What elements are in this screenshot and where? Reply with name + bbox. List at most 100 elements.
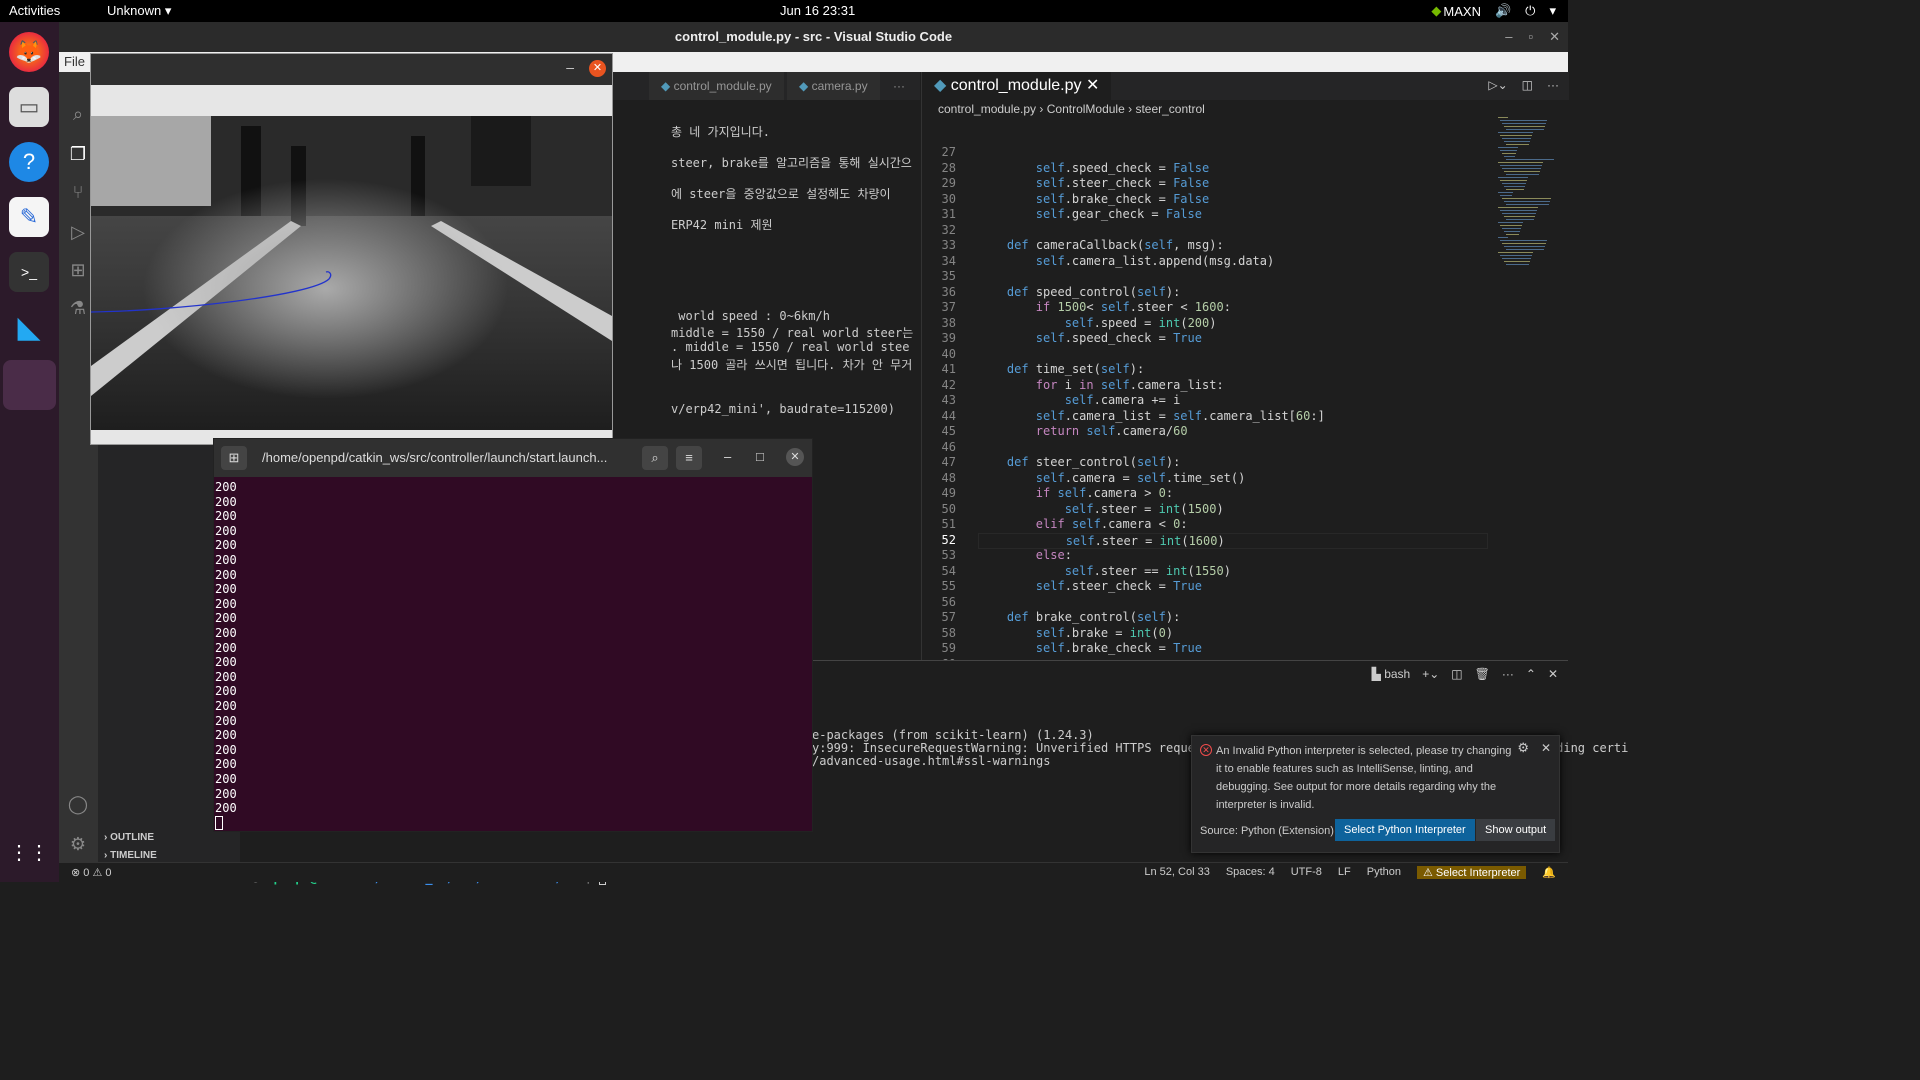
new-tab-icon[interactable]: ⊞ <box>221 446 247 470</box>
running-app-icon[interactable] <box>3 360 56 410</box>
show-apps-icon[interactable]: ⋮⋮ <box>9 832 49 872</box>
indentation[interactable]: Spaces: 4 <box>1226 866 1275 879</box>
line-number: 30 <box>941 191 956 206</box>
testing-icon[interactable]: ⚗ <box>67 298 89 320</box>
line-number: 53 <box>941 548 956 562</box>
eol[interactable]: LF <box>1338 866 1351 879</box>
tab-overflow-button[interactable]: ··· <box>881 72 918 100</box>
split-terminal-icon[interactable]: ◫ <box>1451 667 1462 681</box>
system-top-bar: Activities Unknown ▾ Jun 16 23:31 ◆ MAXN … <box>0 0 1568 22</box>
line-number: 47 <box>941 455 956 469</box>
tab-control-module[interactable]: ◆ control_module.py <box>649 72 785 100</box>
show-output-button[interactable]: Show output <box>1476 819 1556 841</box>
notifications-icon[interactable]: 🔔 <box>1542 866 1556 879</box>
activities-button[interactable]: Activities <box>9 3 60 18</box>
firefox-icon[interactable]: 🦊 <box>9 32 49 72</box>
close-tab-icon[interactable]: ✕ <box>1086 77 1099 94</box>
code-line: self.steer_check = True <box>1035 579 1202 593</box>
more-actions-icon[interactable]: ··· <box>1547 78 1559 92</box>
files-icon[interactable]: ▭ <box>9 87 49 127</box>
encoding[interactable]: UTF-8 <box>1291 866 1322 879</box>
select-interpreter-button[interactable]: Select Python Interpreter <box>1335 819 1475 841</box>
terminal-window: ⊞ /home/openpd/catkin_ws/src/controller/… <box>213 438 813 832</box>
gear-icon[interactable]: ⚙ <box>67 834 89 856</box>
breadcrumb-file[interactable]: control_module.py <box>938 102 1036 116</box>
terminal-line: 200 <box>215 684 237 699</box>
minimap-line <box>1506 249 1544 250</box>
terminal-line: 200 <box>215 655 237 670</box>
minimize-icon[interactable]: – <box>724 449 731 464</box>
shell-selector[interactable]: ▙ bash <box>1372 667 1411 681</box>
add-terminal-icon[interactable]: +⌄ <box>1422 667 1439 681</box>
tab-camera[interactable]: ◆ camera.py <box>787 72 881 100</box>
help-icon[interactable]: ? <box>9 142 49 182</box>
maximize-icon[interactable]: ▫ <box>1528 22 1533 52</box>
close-icon[interactable]: ✕ <box>1541 741 1551 755</box>
source-control-icon[interactable]: ⑂ <box>67 182 89 204</box>
panel-line: e-packages (from scikit-learn) (1.24.3) <box>812 728 1094 742</box>
code-line: def steer_control(self): <box>1006 455 1181 469</box>
menu-icon[interactable]: ≡ <box>676 446 702 470</box>
minimize-icon[interactable]: – <box>566 59 574 75</box>
outline-label: OUTLINE <box>110 832 154 843</box>
trash-icon[interactable]: 🗑 <box>1475 667 1490 681</box>
minimap-line <box>1500 225 1522 226</box>
close-panel-icon[interactable]: ✕ <box>1548 667 1558 681</box>
clock[interactable]: Jun 16 23:31 <box>780 3 855 18</box>
minimap-line <box>1504 246 1545 247</box>
search-icon[interactable]: ⌕ <box>67 104 89 126</box>
cursor-position[interactable]: Ln 52, Col 33 <box>1144 866 1209 879</box>
problems-indicator[interactable]: ⊗ 0 ⚠ 0 <box>71 866 111 879</box>
minimap-line <box>1502 258 1531 259</box>
breadcrumb-class[interactable]: ControlModule <box>1047 102 1125 116</box>
code-line: self.speed_check = False <box>1035 160 1210 175</box>
volume-icon: 🔊 <box>1494 3 1512 18</box>
terminal-icon[interactable]: >_ <box>9 252 49 292</box>
close-icon[interactable]: ✕ <box>786 448 804 466</box>
code-line: self.speed = int(200) <box>1064 315 1217 330</box>
line-number: 40 <box>941 346 956 361</box>
line-number: 37 <box>941 300 956 314</box>
terminal-cursor <box>215 816 223 830</box>
run-debug-icon[interactable]: ▷ <box>67 222 89 244</box>
code-line: if self.camera > 0: <box>1035 486 1174 500</box>
terminal-line: 200 <box>215 786 237 801</box>
line-number: 58 <box>941 625 956 640</box>
select-interpreter-status[interactable]: ⚠ Select Interpreter <box>1417 866 1527 879</box>
more-actions-icon[interactable]: ··· <box>1502 667 1514 681</box>
language-mode[interactable]: Python <box>1367 866 1401 879</box>
code-line: def time_set(self): <box>1006 362 1145 376</box>
maximize-icon[interactable]: □ <box>756 449 764 464</box>
account-icon[interactable]: ◯ <box>67 794 89 816</box>
timeline-section[interactable]: › TIMELINE <box>104 850 157 861</box>
line-number: 32 <box>941 222 956 237</box>
minimap-line <box>1504 201 1550 202</box>
app-menu[interactable]: Unknown ▾ <box>107 3 171 19</box>
terminal-line: 200 <box>215 669 237 684</box>
line-number: 50 <box>941 501 956 516</box>
close-icon[interactable]: ✕ <box>1549 22 1560 52</box>
terminal-line: 200 <box>215 582 237 597</box>
terminal-line: 200 <box>215 509 237 524</box>
code-line: def speed_control(self): <box>1006 284 1181 299</box>
explorer-icon[interactable]: ❐ <box>67 144 89 166</box>
search-icon[interactable]: ⌕ <box>642 446 668 470</box>
extensions-icon[interactable]: ⊞ <box>67 260 89 282</box>
terminal-output[interactable]: 200 200 200 200 200 200 200 200 200 200 200 200 200 2… <box>214 479 812 830</box>
gear-icon[interactable]: ⚙ <box>1517 740 1529 756</box>
menu-file[interactable]: File <box>64 54 85 69</box>
minimize-icon[interactable]: – <box>1505 22 1512 52</box>
maximize-panel-icon[interactable]: ⌃ <box>1526 667 1536 681</box>
system-tray[interactable]: ◆ MAXN 🔊 ⏻ ▾ <box>1431 3 1556 19</box>
code-line: if 1500< self.steer < 1600: <box>1035 300 1231 314</box>
outline-section[interactable]: › OUTLINE <box>104 832 154 843</box>
minimap[interactable] <box>1494 117 1554 267</box>
close-icon[interactable]: ✕ <box>589 60 606 77</box>
breadcrumb-method[interactable]: steer_control <box>1135 102 1204 116</box>
text-editor-icon[interactable]: ✎ <box>9 197 49 237</box>
minimap-line <box>1504 126 1545 127</box>
vscode-icon[interactable]: ◣ <box>9 307 49 347</box>
run-icon[interactable]: ▷⌄ <box>1488 78 1507 92</box>
split-editor-icon[interactable]: ◫ <box>1522 78 1533 92</box>
tab-control-module-active[interactable]: ◆ control_module.py ✕ <box>922 72 1113 100</box>
